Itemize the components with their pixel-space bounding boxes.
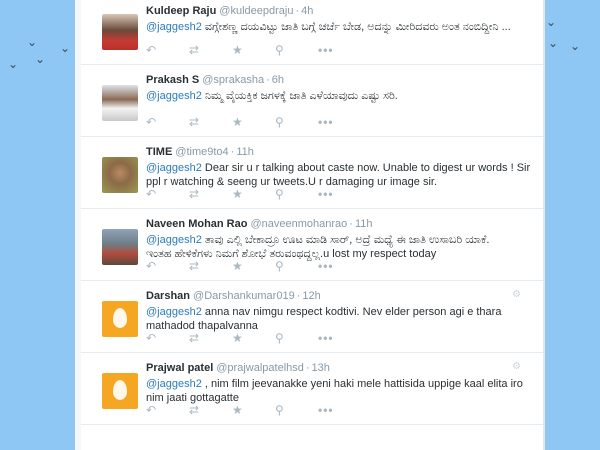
reply-icon[interactable]: ↶ [146,43,189,57]
tweet-text: @jaggesh2 ವಗ್ಗೇಶಣ್ಣ ದಯವಿಟ್ಟು ಜಾತಿ ಬಗ್ಗೆ … [146,20,533,34]
star-icon[interactable]: ★ [232,43,275,57]
separator: · [296,290,301,302]
tweet[interactable]: Prakash S @sprakasha · 6h @jaggesh2 ನಿಮ್ಮ ವೈ… [81,65,543,137]
follow-icon[interactable]: ⚲ [275,259,318,273]
follow-icon[interactable]: ⚲ [275,331,318,345]
retweet-icon[interactable]: ⇄ [189,403,232,417]
tweet-actions: ↶ ⇄ ★ ⚲ ••• [146,187,361,201]
tweet-actions: ↶ ⇄ ★ ⚲ ••• [146,43,361,57]
bird-icon: ⌄ [570,39,581,53]
star-icon[interactable]: ★ [232,115,275,129]
avatar[interactable] [102,14,138,50]
tweet-author-handle[interactable]: @sprakasha [202,74,264,86]
more-icon[interactable]: ••• [318,187,361,201]
tweet-text: @jaggesh2 , nim film jeevanakke yeni hak… [146,377,533,405]
reply-icon[interactable]: ↶ [146,187,189,201]
tweet-timestamp[interactable]: 4h [301,5,313,17]
avatar[interactable] [102,85,138,121]
reply-icon[interactable]: ↶ [146,115,189,129]
mention-link[interactable]: @jaggesh2 [146,162,202,174]
egg-avatar-icon [113,308,127,328]
follow-icon[interactable]: ⚲ [275,43,318,57]
tweet-author-name[interactable]: TIME [146,146,172,158]
tweet-actions: ↶ ⇄ ★ ⚲ ••• [146,259,361,273]
reply-icon[interactable]: ↶ [146,331,189,345]
retweet-icon[interactable]: ⇄ [189,187,232,201]
retweet-icon[interactable]: ⇄ [189,259,232,273]
bird-icon: ⌄ [546,15,557,29]
star-icon[interactable]: ★ [232,187,275,201]
tweet-timestamp[interactable]: 6h [272,74,284,86]
follow-icon[interactable]: ⚲ [275,187,318,201]
tweet-text: @jaggesh2 anna nav nimgu respect kodtivi… [146,305,533,333]
tweet-text: @jaggesh2 ನಿಮ್ಮ ವೈಯಕ್ತಿಕ ಜಗಳಕ್ಕೆ ಜಾತಿ ಎಳ… [146,89,533,103]
tweet[interactable]: TIME @time9to4 · 11h @jaggesh2 Dear sir u r … [81,137,543,209]
bird-icon: ⌄ [60,41,71,55]
tweet-text-body: ವಗ್ಗೇಶಣ್ಣ ದಯವಿಟ್ಟು ಜಾತಿ ಬಗ್ಗೆ ಚರ್ಚೆ ಬೇಡ,… [201,21,511,33]
separator: · [295,5,300,17]
bird-icon: ⌄ [35,52,46,66]
reply-icon[interactable]: ↶ [146,403,189,417]
tweet-actions: ↶ ⇄ ★ ⚲ ••• [146,115,361,129]
tweet[interactable]: ⚙ Prajwal patel @prajwalpatelhsd · 13h @jagge… [81,353,543,425]
avatar[interactable] [102,229,138,265]
separator: · [230,146,235,158]
retweet-icon[interactable]: ⇄ [189,115,232,129]
tweet-author-name[interactable]: Kuldeep Raju [146,5,216,17]
more-icon[interactable]: ••• [318,403,361,417]
retweet-icon[interactable]: ⇄ [189,43,232,57]
tweet-author-name[interactable]: Naveen Mohan Rao [146,218,247,230]
bird-icon: ⌄ [27,35,38,49]
follow-icon[interactable]: ⚲ [275,115,318,129]
tweet-author-name[interactable]: Prajwal patel [146,362,213,374]
tweet[interactable]: ⚙ Darshan @Darshankumar019 · 12h @jaggesh2 an… [81,281,543,353]
tweet-text-body: , nim film jeevanakke yeni haki mele hat… [146,378,523,404]
tweet-author-handle[interactable]: @prajwalpatelhsd [216,362,304,374]
mention-link[interactable]: @jaggesh2 [146,21,202,33]
star-icon[interactable]: ★ [232,259,275,273]
tweet-actions: ↶ ⇄ ★ ⚲ ••• [146,403,361,417]
tweet[interactable]: Kuldeep Raju @kuldeepdraju · 4h @jaggesh2 ವಗ… [81,0,543,65]
tweet-author-name[interactable]: Prakash S [146,74,199,86]
tweet-text: @jaggesh2 ತಾವು ಎಲ್ಲಿ ಬೇಕಾದ್ರೂ ಊಟ ಮಾಡಿ ಸಾ… [146,233,533,261]
more-icon[interactable]: ••• [318,43,361,57]
tweet-timestamp[interactable]: 11h [236,146,254,158]
star-icon[interactable]: ★ [232,331,275,345]
tweet-text-body: Dear sir u r talking about caste now. Un… [146,162,531,188]
replies-timeline: Kuldeep Raju @kuldeepdraju · 4h @jaggesh2 ವಗ… [81,0,543,450]
mention-link[interactable]: @jaggesh2 [146,234,202,246]
tweet-text: @jaggesh2 Dear sir u r talking about cas… [146,161,533,189]
avatar[interactable] [102,157,138,193]
background-right [543,0,600,450]
tweet-author-handle[interactable]: @Darshankumar019 [193,290,295,302]
bird-icon: ⌄ [8,57,19,71]
egg-avatar-icon [113,380,127,400]
retweet-icon[interactable]: ⇄ [189,331,232,345]
star-icon[interactable]: ★ [232,403,275,417]
tweet-actions: ↶ ⇄ ★ ⚲ ••• [146,331,361,345]
avatar[interactable] [102,301,138,337]
tweet-author-handle[interactable]: @time9to4 [175,146,228,158]
tweet-author-name[interactable]: Darshan [146,290,190,302]
more-icon[interactable]: ••• [318,115,361,129]
avatar[interactable] [102,373,138,409]
tweet-author-handle[interactable]: @naveenmohanrao [250,218,347,230]
tweet-timestamp[interactable]: 13h [312,362,330,374]
separator: · [305,362,310,374]
reply-icon[interactable]: ↶ [146,259,189,273]
more-icon[interactable]: ••• [318,259,361,273]
separator: · [266,74,270,86]
more-icon[interactable]: ••• [318,331,361,345]
mention-link[interactable]: @jaggesh2 [146,90,202,102]
follow-icon[interactable]: ⚲ [275,403,318,417]
mention-link[interactable]: @jaggesh2 [146,378,202,390]
separator: · [349,218,353,230]
bird-icon: ⌄ [548,36,559,50]
mention-link[interactable]: @jaggesh2 [146,306,202,318]
tweet-text-body: ನಿಮ್ಮ ವೈಯಕ್ತಿಕ ಜಗಳಕ್ಕೆ ಜಾತಿ ಎಳೆಯಾವುದು ಎಷ… [201,90,398,102]
tweet-timestamp[interactable]: 12h [302,290,320,302]
tweet[interactable]: Naveen Mohan Rao @naveenmohanrao · 11h @jagg… [81,209,543,281]
tweet-author-handle[interactable]: @kuldeepdraju [219,5,293,17]
tweet-timestamp[interactable]: 11h [355,218,373,230]
